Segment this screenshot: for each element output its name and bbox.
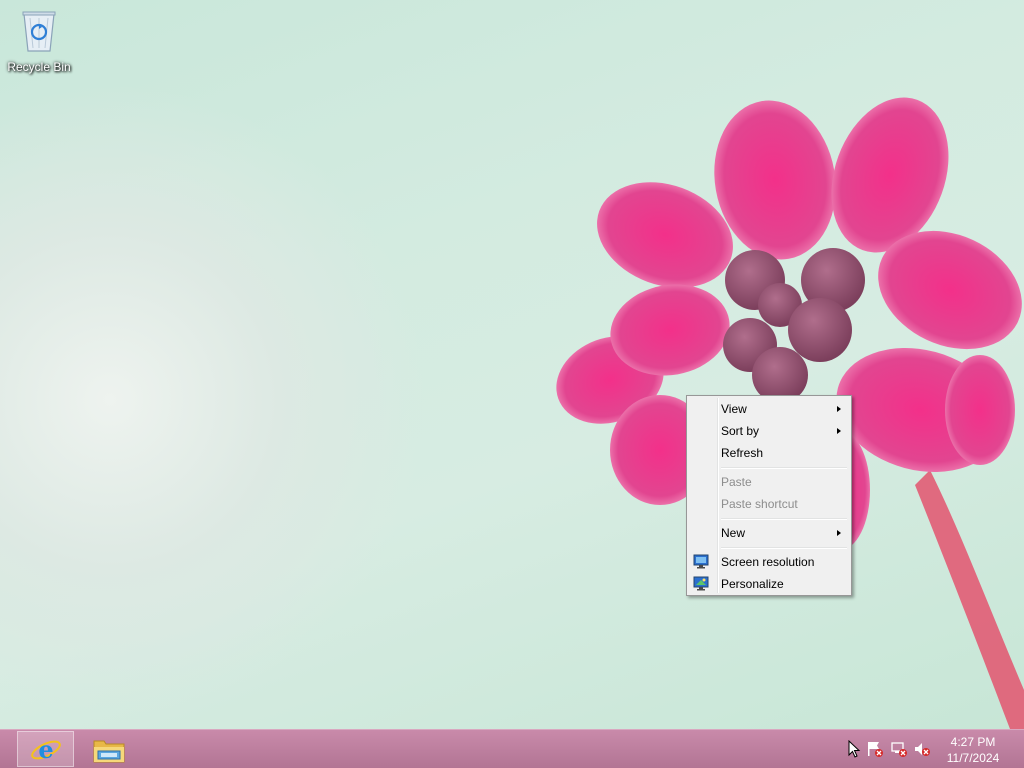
menu-item-label: Screen resolution — [721, 555, 815, 569]
menu-separator — [689, 515, 849, 522]
svg-text:e: e — [38, 735, 53, 764]
menu-item-view[interactable]: View — [689, 398, 849, 420]
menu-item-paste-shortcut: Paste shortcut — [689, 493, 849, 515]
taskbar-file-explorer[interactable] — [80, 731, 137, 767]
menu-separator — [689, 544, 849, 551]
menu-item-label: View — [721, 402, 747, 416]
volume-muted-icon[interactable] — [913, 740, 931, 758]
file-explorer-icon — [93, 740, 125, 763]
menu-item-paste: Paste — [689, 471, 849, 493]
recycle-bin-label: Recycle Bin — [7, 60, 71, 74]
network-disconnected-icon[interactable] — [890, 740, 908, 758]
menu-item-label: Paste — [721, 475, 752, 489]
menu-item-refresh[interactable]: Refresh — [689, 442, 849, 464]
taskbar: e 4:27 PM 11/7/2024 — [0, 729, 1024, 768]
cursor-icon — [848, 740, 861, 758]
menu-item-label: Paste shortcut — [721, 497, 798, 511]
clock-time: 4:27 PM — [950, 735, 996, 749]
menu-item-new[interactable]: New — [689, 522, 849, 544]
personalize-icon — [693, 576, 709, 591]
menu-item-sort-by[interactable]: Sort by — [689, 420, 849, 442]
internet-explorer-icon: e — [31, 735, 61, 764]
menu-item-label: Refresh — [721, 446, 764, 460]
menu-item-personalize[interactable]: Personalize — [689, 573, 849, 595]
desktop-context-menu: View Sort by Refresh Paste Paste shortcu… — [686, 395, 852, 596]
clock-date: 11/7/2024 — [946, 751, 1000, 765]
submenu-arrow-icon — [837, 530, 841, 536]
submenu-arrow-icon — [837, 428, 841, 434]
menu-item-screen-resolution[interactable]: Screen resolution — [689, 551, 849, 573]
recycle-bin-shortcut[interactable]: Recycle Bin — [4, 6, 74, 76]
monitor-icon — [693, 554, 709, 569]
menu-item-label: Personalize — [721, 577, 784, 591]
recycle-bin-icon — [22, 11, 56, 52]
taskbar-internet-explorer[interactable]: e — [17, 731, 74, 767]
taskbar-clock[interactable]: 4:27 PM 11/7/2024 — [940, 734, 1006, 766]
submenu-arrow-icon — [837, 406, 841, 412]
action-center-flag-icon[interactable] — [866, 740, 884, 758]
desktop[interactable]: Recycle Bin View Sort by Refresh Paste P… — [0, 0, 1024, 729]
menu-separator — [689, 464, 849, 471]
menu-item-label: New — [721, 526, 746, 540]
menu-item-label: Sort by — [721, 424, 760, 438]
